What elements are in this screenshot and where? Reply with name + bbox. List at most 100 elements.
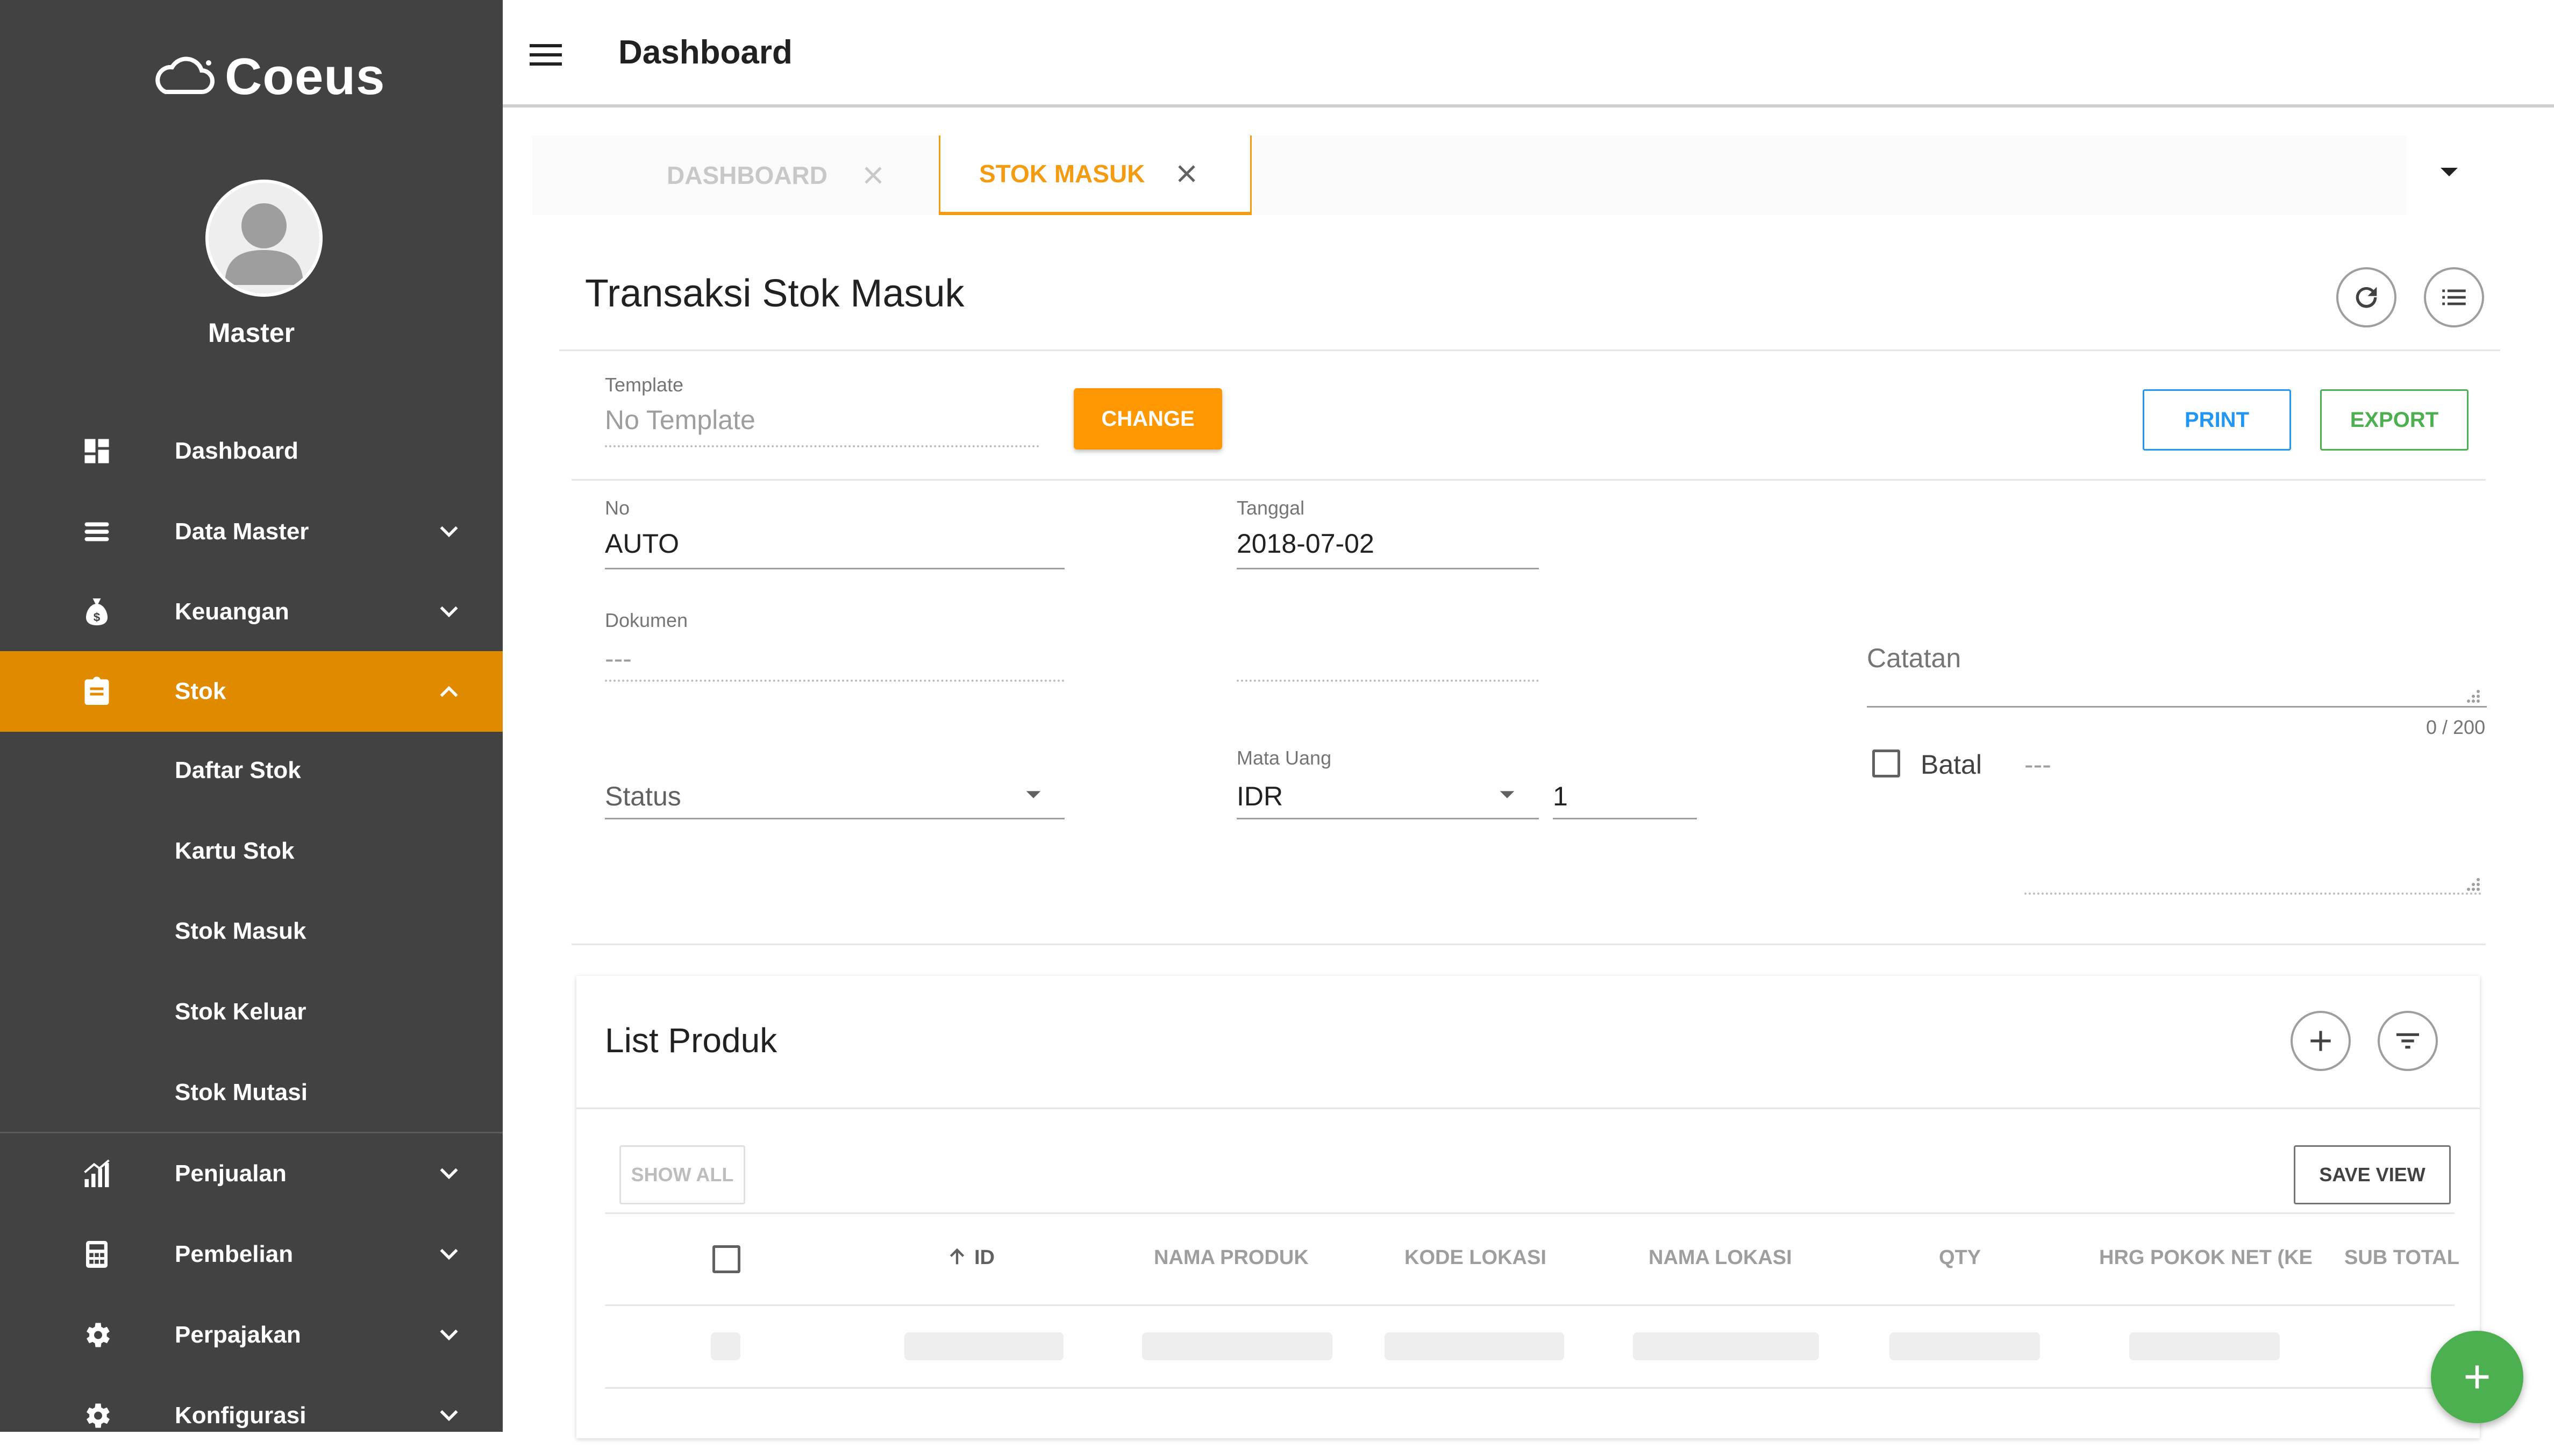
chevron-down-icon xyxy=(440,526,458,538)
status-select[interactable]: Status xyxy=(605,781,681,812)
empty-field-underline[interactable] xyxy=(1237,680,1539,682)
dropdown-arrow-icon[interactable] xyxy=(1024,789,1043,800)
sidebar: Coeus Master Dashboard Data Master $ Keu… xyxy=(0,0,503,1432)
add-product-button[interactable] xyxy=(2291,1011,2351,1071)
app-name: Coeus xyxy=(225,48,386,105)
mata-uang-underline xyxy=(1237,818,1539,819)
sidebar-item-data-master[interactable]: Data Master xyxy=(0,491,503,572)
print-button[interactable]: PRINT xyxy=(2143,389,2291,451)
show-all-button[interactable]: SHOW ALL xyxy=(619,1145,745,1204)
loading-placeholder xyxy=(1142,1332,1332,1360)
divider xyxy=(572,944,2486,945)
dropdown-arrow-icon[interactable] xyxy=(1498,789,1516,800)
tab-stok-masuk[interactable]: STOK MASUK xyxy=(939,135,1252,215)
template-label: Template xyxy=(605,374,684,396)
tab-dashboard[interactable]: DASHBOARD xyxy=(667,135,882,215)
chevron-down-icon xyxy=(440,1329,458,1341)
cloud-icon xyxy=(155,56,215,94)
user-silhouette-icon xyxy=(225,203,303,285)
page-title: Dashboard xyxy=(618,34,793,71)
catatan-counter: 0 / 200 xyxy=(2426,716,2486,738)
no-underline xyxy=(605,568,1065,569)
layers-icon xyxy=(84,522,109,541)
refresh-icon xyxy=(2356,287,2377,308)
add-fab-button[interactable] xyxy=(2431,1331,2523,1423)
divider xyxy=(605,1387,2455,1389)
catatan-underline xyxy=(1867,706,2487,708)
select-all-checkbox[interactable] xyxy=(712,1245,740,1273)
hamburger-menu-icon[interactable] xyxy=(530,42,562,68)
sidebar-item-label: Data Master xyxy=(175,518,309,545)
column-header-id[interactable]: ID xyxy=(974,1246,995,1269)
divider xyxy=(605,1304,2455,1306)
tanggal-label: Tanggal xyxy=(1237,497,1305,519)
list-view-button[interactable] xyxy=(2424,267,2484,327)
no-field[interactable]: AUTO xyxy=(605,528,679,559)
tanggal-underline xyxy=(1237,568,1539,569)
status-underline xyxy=(605,818,1065,819)
column-header-hrg-pokok-net[interactable]: HRG POKOK NET (KE xyxy=(2099,1246,2313,1269)
bar-chart-icon xyxy=(84,1159,110,1187)
resize-grip-icon[interactable] xyxy=(2465,688,2481,704)
batal-reason-field[interactable]: --- xyxy=(2024,749,2051,780)
no-label: No xyxy=(605,497,630,519)
column-header-nama-produk[interactable]: NAMA PRODUK xyxy=(1154,1246,1309,1269)
divider xyxy=(572,479,2486,481)
filter-button[interactable] xyxy=(2378,1011,2438,1071)
submenu-kartu-stok[interactable]: Kartu Stok xyxy=(175,838,294,865)
column-header-kode-lokasi[interactable]: KODE LOKASI xyxy=(1404,1246,1546,1269)
sidebar-item-label: Penjualan xyxy=(175,1160,287,1187)
sidebar-item-label: Konfigurasi xyxy=(175,1402,306,1429)
sidebar-item-label: Keuangan xyxy=(175,598,289,625)
mata-uang-select[interactable]: IDR xyxy=(1237,781,1283,812)
template-underline xyxy=(605,445,1039,447)
sidebar-item-dashboard[interactable]: Dashboard xyxy=(0,411,503,491)
sidebar-item-konfigurasi[interactable]: Konfigurasi xyxy=(0,1375,503,1456)
sidebar-item-perpajakan[interactable]: Perpajakan xyxy=(0,1295,503,1375)
avatar[interactable] xyxy=(205,180,323,297)
loading-placeholder xyxy=(1889,1332,2040,1360)
submenu-stok-masuk[interactable]: Stok Masuk xyxy=(175,918,306,945)
export-button[interactable]: EXPORT xyxy=(2320,389,2469,451)
loading-placeholder xyxy=(1633,1332,1819,1360)
save-view-button[interactable]: SAVE VIEW xyxy=(2294,1145,2451,1204)
refresh-button[interactable] xyxy=(2336,267,2396,327)
dokumen-field[interactable]: --- xyxy=(605,643,632,674)
close-icon[interactable] xyxy=(860,162,886,188)
tab-overflow-dropdown-icon[interactable] xyxy=(2438,164,2460,180)
change-template-button[interactable]: CHANGE xyxy=(1074,388,1222,449)
column-header-nama-lokasi[interactable]: NAMA LOKASI xyxy=(1649,1246,1792,1269)
sidebar-item-stok[interactable]: Stok xyxy=(0,651,503,732)
sidebar-item-pembelian[interactable]: Pembelian xyxy=(0,1214,503,1295)
close-icon[interactable] xyxy=(1174,161,1200,187)
list-produk-card xyxy=(576,976,2480,1438)
plus-icon xyxy=(2310,1031,2331,1051)
gear-icon xyxy=(87,1323,110,1347)
sort-ascending-icon[interactable] xyxy=(946,1246,968,1268)
tanggal-field[interactable]: 2018-07-02 xyxy=(1237,528,1374,559)
app-logo[interactable]: Coeus xyxy=(151,47,385,106)
kurs-underline xyxy=(1553,818,1697,819)
sidebar-item-label: Stok xyxy=(175,678,226,704)
sidebar-item-penjualan[interactable]: Penjualan xyxy=(0,1133,503,1214)
column-header-qty[interactable]: QTY xyxy=(1939,1246,1981,1269)
batal-checkbox[interactable] xyxy=(1872,750,1900,777)
submenu-stok-keluar[interactable]: Stok Keluar xyxy=(175,998,306,1025)
dokumen-underline xyxy=(605,680,1065,682)
submenu-daftar-stok[interactable]: Daftar Stok xyxy=(175,757,301,784)
gear-icon xyxy=(87,1403,110,1428)
user-name: Master xyxy=(208,318,295,348)
kurs-field[interactable]: 1 xyxy=(1553,781,1568,812)
divider xyxy=(605,1212,2455,1214)
submenu-stok-mutasi[interactable]: Stok Mutasi xyxy=(175,1079,308,1106)
catatan-field[interactable]: Catatan xyxy=(1867,643,1961,674)
calculator-icon xyxy=(86,1241,108,1268)
sidebar-item-keuangan[interactable]: $ Keuangan xyxy=(0,572,503,652)
sidebar-item-label: Perpajakan xyxy=(175,1322,301,1348)
list-produk-title: List Produk xyxy=(605,1021,777,1060)
column-header-sub-total[interactable]: SUB TOTAL xyxy=(2344,1246,2459,1269)
template-field[interactable]: No Template xyxy=(605,404,755,436)
tab-label: DASHBOARD xyxy=(667,161,827,189)
resize-grip-icon[interactable] xyxy=(2465,876,2481,893)
batal-reason-underline xyxy=(2024,893,2481,895)
